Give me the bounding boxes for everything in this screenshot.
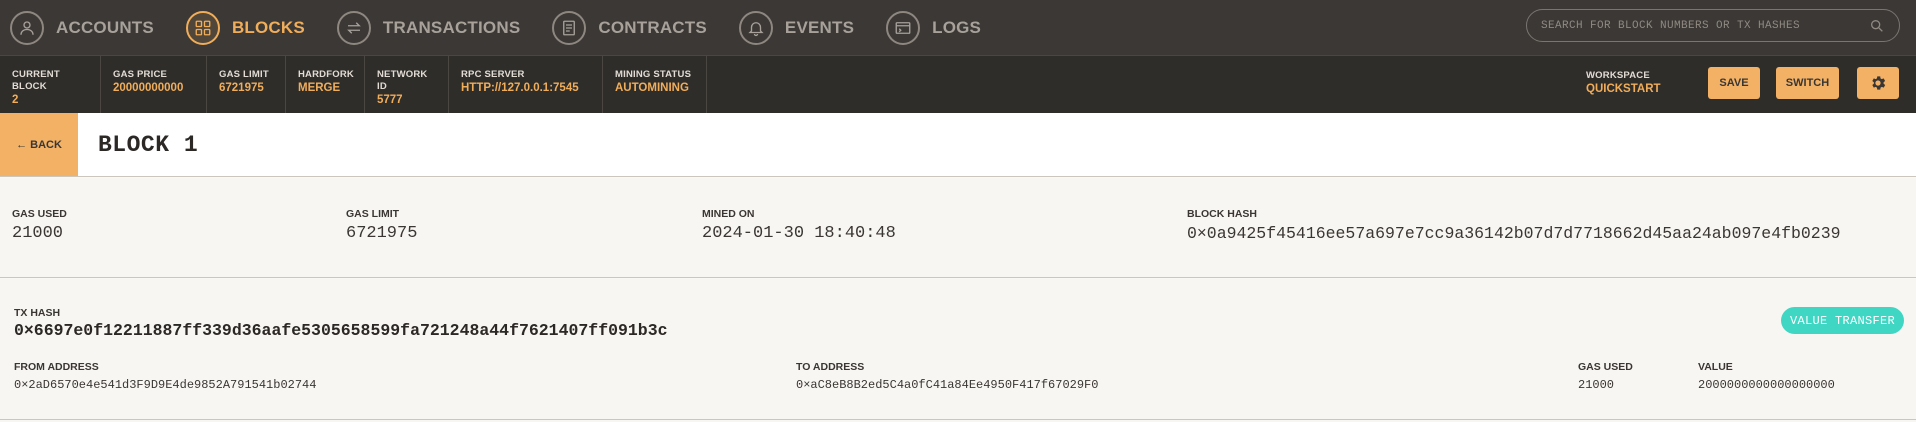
stat-value: 20000000000 [113,82,184,94]
top-nav: ACCOUNTS BLOCKS TRANSACTIONS CONTRACTS E… [0,0,1916,55]
stat-label: HARDFORK [298,69,354,80]
stat-label: RPC SERVER [461,69,525,80]
stat-gas-price: GAS PRICE 20000000000 [101,56,207,113]
block-info: GAS USED 21000 GAS LIMIT 6721975 MINED O… [0,178,1916,278]
field-label: GAS LIMIT [346,208,400,220]
field-label: GAS USED [12,208,67,220]
switch-button[interactable]: SWITCH [1776,67,1839,99]
tx-to-address: TO ADDRESS 0×aC8eB8B2ed5C4a0fC41a84Ee495… [796,360,1098,393]
nav-logs[interactable]: LOGS [878,0,989,55]
field-value: 0×6697e0f12211887ff339d36aafe5305658599f… [14,321,668,340]
block-gas-used: GAS USED 21000 [12,207,67,245]
stat-label: NETWORK ID [377,69,428,92]
nav-events[interactable]: EVENTS [731,0,862,55]
nav-accounts[interactable]: ACCOUNTS [0,0,162,55]
field-value: 2024-01-30 18:40:48 [702,224,896,243]
status-bar: CURRENT BLOCK 2 GAS PRICE 20000000000 GA… [0,55,1916,113]
nav-blocks-label: BLOCKS [231,17,305,37]
field-value: 21000 [12,224,64,243]
grid-icon [185,10,220,45]
search-box [1526,9,1900,42]
field-label: TO ADDRESS [796,361,865,373]
nav-transactions[interactable]: TRANSACTIONS [329,0,528,55]
block-hash: BLOCK HASH 0×0a9425f45416ee57a697e7cc9a3… [1187,207,1841,245]
workspace-label: WORKSPACE [1586,70,1650,81]
search-input[interactable] [1541,19,1869,32]
field-label: MINED ON [702,208,755,220]
tx-from-address: FROM ADDRESS 0×2aD6570e4e541d3F9D9E4de98… [14,360,316,393]
search-icon[interactable] [1869,18,1885,34]
person-icon [10,10,44,45]
stat-label: MINING STATUS [615,69,692,80]
save-button[interactable]: SAVE [1708,67,1760,99]
workspace-indicator: WORKSPACE QUICKSTART [1586,70,1661,97]
nav-events-label: EVENTS [784,17,855,37]
tx-hash: TX HASH 0×6697e0f12211887ff339d36aafe530… [14,306,668,342]
stat-rpc-server: RPC SERVER HTTP://127.0.0.1:7545 [449,56,603,113]
nav-logs-label: LOGS [932,17,982,37]
transaction-list: TX HASH 0×6697e0f12211887ff339d36aafe530… [0,279,1916,422]
nav-contracts-label: CONTRACTS [598,17,707,37]
field-label: GAS USED [1578,361,1633,373]
stat-label: GAS LIMIT [219,69,269,80]
settings-button[interactable] [1857,67,1899,99]
stat-value: MERGE [298,82,341,94]
stat-label: CURRENT BLOCK [12,69,60,92]
transaction-row[interactable]: TX HASH 0×6697e0f12211887ff339d36aafe530… [0,279,1916,420]
stat-value: HTTP://127.0.0.1:7545 [461,82,579,94]
field-value: 0×aC8eB8B2ed5C4a0fC41a84Ee4950F417f67029… [796,378,1099,392]
stat-label: GAS PRICE [113,69,168,80]
field-value: 6721975 [346,224,418,243]
stat-value: AUTOMINING [615,82,689,94]
field-label: TX HASH [14,307,61,319]
nav-blocks[interactable]: BLOCKS [178,0,313,55]
stat-value: 6721975 [219,82,264,94]
nav-accounts-label: ACCOUNTS [56,17,154,37]
stat-current-block: CURRENT BLOCK 2 [0,56,101,113]
field-label: VALUE [1698,361,1733,373]
field-value: 21000 [1578,378,1615,392]
document-icon [552,10,587,45]
back-button[interactable]: ← BACK [0,113,78,176]
block-mined-on: MINED ON 2024-01-30 18:40:48 [702,207,896,245]
stat-mining-status: MINING STATUS AUTOMINING [603,56,707,113]
tx-type-badge: VALUE TRANSFER [1781,307,1905,334]
arrows-exchange-icon [336,10,371,45]
page-title: BLOCK 1 [98,131,199,158]
stat-gas-limit: GAS LIMIT 6721975 [207,56,286,113]
field-label: FROM ADDRESS [14,361,99,373]
stat-hardfork: HARDFORK MERGE [286,56,365,113]
nav-transactions-label: TRANSACTIONS [382,17,521,37]
field-value: 0×0a9425f45416ee57a697e7cc9a36142b07d7d7… [1187,224,1841,243]
tx-value: VALUE 2000000000000000000 [1698,360,1835,393]
nav-contracts[interactable]: CONTRACTS [544,0,715,55]
field-value: 2000000000000000000 [1698,378,1835,392]
field-value: 0×2aD6570e4e541d3F9D9E4de9852A791541b027… [14,378,317,392]
terminal-icon [886,10,921,45]
bell-icon [738,10,773,45]
stat-value: 5777 [377,94,403,106]
stat-value: 2 [12,94,19,106]
block-header: ← BACK BLOCK 1 [0,113,1916,177]
field-label: BLOCK HASH [1187,208,1257,220]
stat-network-id: NETWORK ID 5777 [365,56,449,113]
tx-gas-used: GAS USED 21000 [1578,360,1633,393]
workspace-value: QUICKSTART [1586,83,1661,95]
block-gas-limit: GAS LIMIT 6721975 [346,207,417,245]
gear-icon [1872,76,1886,90]
